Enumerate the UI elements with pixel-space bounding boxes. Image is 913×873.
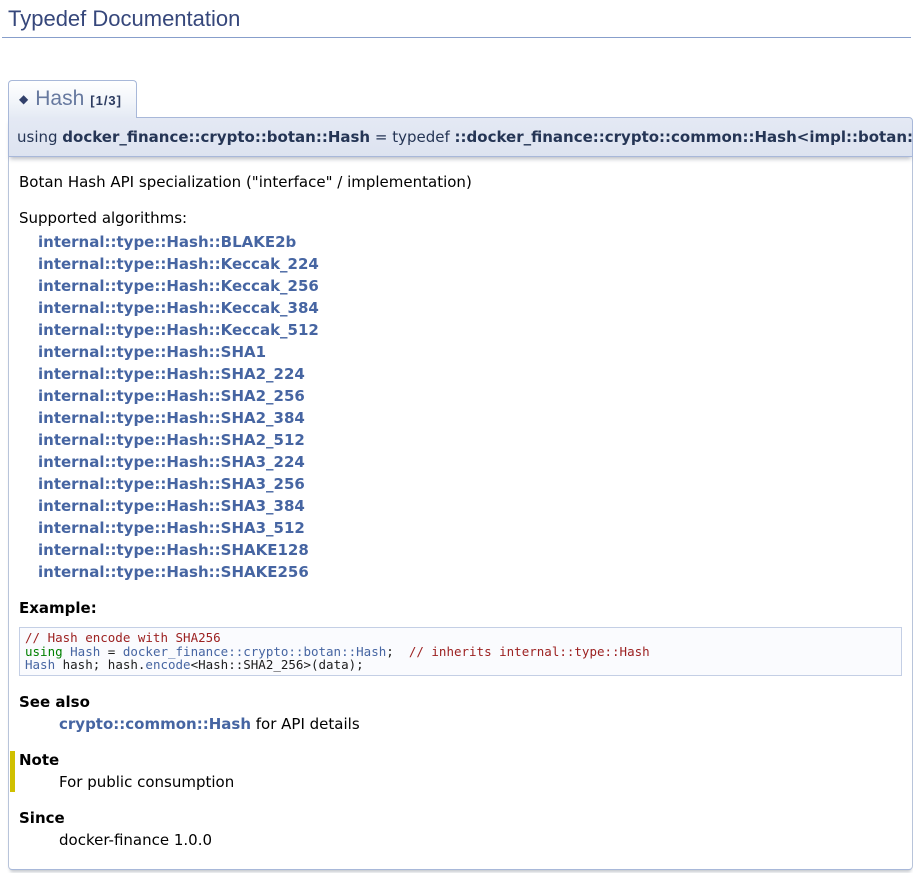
- permalink-diamond-icon[interactable]: ◆: [19, 92, 28, 106]
- since-section: Since docker-finance 1.0.0: [19, 809, 902, 850]
- algorithm-link[interactable]: internal::type::Hash::Keccak_224: [38, 255, 319, 273]
- algorithm-link[interactable]: internal::type::Hash::SHA2_256: [38, 387, 305, 405]
- algorithm-line: internal::type::Hash::SHA3_224: [38, 451, 902, 473]
- member-doc: Botan Hash API specialization ("interfac…: [8, 157, 913, 870]
- code-link[interactable]: Hash: [25, 657, 55, 672]
- algorithm-link[interactable]: internal::type::Hash::Keccak_384: [38, 299, 319, 317]
- algorithm-link[interactable]: internal::type::Hash::SHA1: [38, 343, 266, 361]
- proto-target-type: ::docker_finance::crypto::common::Hash<i…: [455, 128, 913, 146]
- algorithm-line: internal::type::Hash::SHAKE128: [38, 539, 902, 561]
- algorithm-link[interactable]: internal::type::Hash::Keccak_256: [38, 277, 319, 295]
- proto-equals-typedef: = typedef: [370, 128, 454, 146]
- algorithms-label: Supported algorithms:: [19, 209, 902, 228]
- code-line: using Hash = docker_finance::crypto::bot…: [25, 645, 896, 659]
- member-overload-badge: [1/3]: [90, 93, 122, 108]
- algorithm-line: internal::type::Hash::Keccak_224: [38, 253, 902, 275]
- note-label: Note: [19, 751, 902, 770]
- proto-using-keyword: using: [17, 128, 62, 146]
- see-also-suffix: for API details: [251, 715, 360, 733]
- algorithm-link[interactable]: internal::type::Hash::Keccak_512: [38, 321, 319, 339]
- algorithm-line: internal::type::Hash::Keccak_384: [38, 297, 902, 319]
- code-plain: <Hash::SHA2_256>(data);: [191, 657, 364, 672]
- algorithm-line: internal::type::Hash::Keccak_512: [38, 319, 902, 341]
- member-item: ◆Hash[1/3] using docker_finance::crypto:…: [8, 79, 913, 870]
- note-text: For public consumption: [59, 773, 902, 792]
- see-also-content: crypto::common::Hash for API details: [59, 715, 902, 734]
- algorithm-link[interactable]: internal::type::Hash::SHA3_384: [38, 497, 305, 515]
- code-fragment: // Hash encode with SHA256using Hash = d…: [19, 627, 902, 676]
- algorithm-link[interactable]: internal::type::Hash::SHA3_512: [38, 519, 305, 537]
- algorithm-line: internal::type::Hash::Keccak_256: [38, 275, 902, 297]
- algorithm-link[interactable]: internal::type::Hash::SHA2_512: [38, 431, 305, 449]
- proto-typedef-name: docker_finance::crypto::botan::Hash: [62, 128, 370, 146]
- member-prototype: using docker_finance::crypto::botan::Has…: [8, 117, 913, 157]
- code-line: Hash hash; hash.encode<Hash::SHA2_256>(d…: [25, 658, 896, 672]
- since-label: Since: [19, 809, 902, 828]
- algorithm-link[interactable]: internal::type::Hash::BLAKE2b: [38, 233, 296, 251]
- algorithms-list: internal::type::Hash::BLAKE2binternal::t…: [38, 231, 902, 583]
- algorithm-line: internal::type::Hash::SHA1: [38, 341, 902, 363]
- see-also-label: See also: [19, 693, 902, 712]
- member-tab: ◆ Hash [1/3]: [8, 80, 137, 118]
- algorithm-line: internal::type::Hash::SHA2_224: [38, 363, 902, 385]
- page-title: Typedef Documentation: [2, 0, 911, 38]
- code-link[interactable]: encode: [145, 657, 190, 672]
- member-description: Botan Hash API specialization ("interfac…: [19, 173, 902, 192]
- algorithm-link[interactable]: internal::type::Hash::SHA3_256: [38, 475, 305, 493]
- algorithm-line: internal::type::Hash::SHA2_512: [38, 429, 902, 451]
- see-also-section: See also crypto::common::Hash for API de…: [19, 693, 902, 734]
- code-comment: // inherits internal::type::Hash: [409, 644, 650, 659]
- since-text: docker-finance 1.0.0: [59, 831, 902, 850]
- algorithm-line: internal::type::Hash::SHA3_384: [38, 495, 902, 517]
- code-plain: ;: [386, 644, 409, 659]
- code-line: // Hash encode with SHA256: [25, 631, 896, 645]
- algorithm-line: internal::type::Hash::SHA3_256: [38, 473, 902, 495]
- algorithm-line: internal::type::Hash::SHA3_512: [38, 517, 902, 539]
- algorithm-link[interactable]: internal::type::Hash::SHA3_224: [38, 453, 305, 471]
- algorithm-link[interactable]: internal::type::Hash::SHAKE128: [38, 541, 309, 559]
- algorithm-line: internal::type::Hash::SHA2_256: [38, 385, 902, 407]
- algorithm-link[interactable]: internal::type::Hash::SHAKE256: [38, 563, 309, 581]
- algorithm-link[interactable]: internal::type::Hash::SHA2_224: [38, 365, 305, 383]
- code-plain: hash; hash.: [55, 657, 145, 672]
- see-also-link[interactable]: crypto::common::Hash: [59, 715, 251, 733]
- member-tab-title: Hash: [35, 87, 84, 110]
- algorithm-line: internal::type::Hash::SHA2_384: [38, 407, 902, 429]
- algorithm-line: internal::type::Hash::SHAKE256: [38, 561, 902, 583]
- algorithm-link[interactable]: internal::type::Hash::SHA2_384: [38, 409, 305, 427]
- note-section: Note For public consumption: [10, 751, 902, 792]
- example-label: Example:: [19, 599, 902, 618]
- algorithm-line: internal::type::Hash::BLAKE2b: [38, 231, 902, 253]
